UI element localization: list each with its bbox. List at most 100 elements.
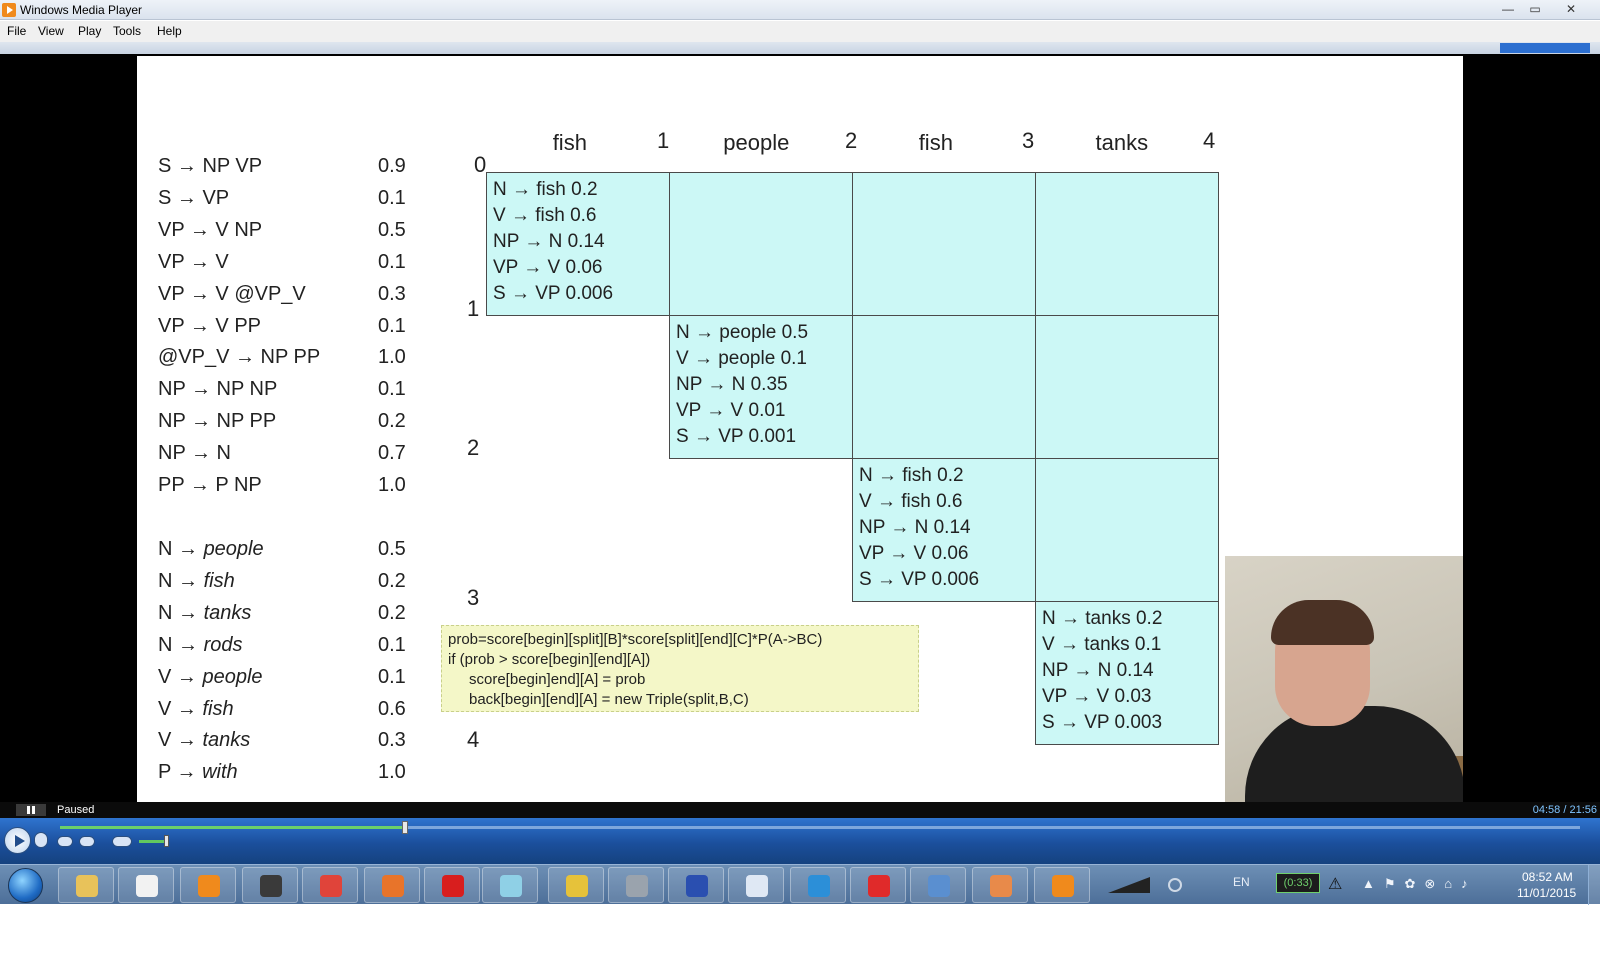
blender-icon [1052, 875, 1074, 897]
grammar-rule: VP → V [158, 250, 229, 273]
rule-probability: 0.5 [378, 538, 406, 560]
menu-view[interactable]: View [38, 24, 64, 38]
column-index: 4 [1203, 128, 1216, 153]
seek-progress [60, 826, 406, 829]
mini-player-controls[interactable] [1500, 43, 1590, 53]
chart-cell: N → fish 0.2 V → fish 0.6 NP → N 0.14 VP → … [852, 458, 1036, 602]
taskbar-app-button[interactable] [548, 867, 604, 903]
maximize-button[interactable]: ▭ [1522, 0, 1548, 18]
menu-help[interactable]: Help [157, 24, 182, 38]
signal-strength-icon[interactable] [1108, 877, 1150, 893]
volume-slider[interactable] [139, 840, 167, 843]
battery-indicator[interactable]: (0:33) [1276, 873, 1320, 893]
taskbar-app-button[interactable] [850, 867, 906, 903]
menu-play[interactable]: Play [78, 24, 101, 38]
show-desktop-button[interactable] [1588, 865, 1600, 905]
photo-viewer-icon [928, 875, 950, 897]
cell-entry: V → people 0.1 [676, 348, 807, 369]
stop-button[interactable] [34, 832, 48, 848]
grammar-rule: PP → P NP [158, 474, 262, 496]
grammar-rule: NP → N [158, 442, 231, 465]
rule-probability: 0.9 [378, 155, 406, 177]
taskbar-app-button[interactable] [424, 867, 480, 903]
taskbar-app-button[interactable] [364, 867, 420, 903]
taskbar-app-button[interactable] [482, 867, 538, 903]
grammar-rule: VP → V PP [158, 314, 262, 337]
firefox-icon [382, 875, 404, 897]
status-bar: Paused 04:58 / 21:56 [0, 802, 1600, 818]
volume-thumb[interactable] [164, 835, 169, 847]
webcam-overlay [1225, 556, 1463, 802]
taskbar-app-button[interactable] [242, 867, 298, 903]
seek-thumb[interactable] [402, 821, 409, 834]
lexicon-rule: V → fish [158, 698, 234, 721]
opera-icon [442, 875, 464, 897]
row-index: 1 [467, 296, 480, 321]
column-word: fish [918, 130, 953, 155]
pause-icon[interactable] [16, 804, 46, 816]
lexicon-word: tanks [202, 729, 251, 752]
seek-bar[interactable] [60, 821, 1580, 834]
taskbar-app-button[interactable] [910, 867, 966, 903]
start-button[interactable] [8, 868, 43, 903]
rule-probability: 0.7 [378, 442, 406, 465]
grammar-rule: S → NP VP [158, 155, 263, 177]
tray-icons[interactable]: ▲⚑✿⊗⌂♪ [1362, 876, 1492, 892]
taskbar-app-button[interactable] [1034, 867, 1090, 903]
taskbar-app-button[interactable] [118, 867, 174, 903]
menu-file[interactable]: File [7, 24, 26, 38]
taskbar-app-button[interactable] [58, 867, 114, 903]
taskbar-app-button[interactable] [180, 867, 236, 903]
close-button[interactable]: ✕ [1549, 0, 1593, 18]
column-index: 3 [1022, 128, 1035, 153]
warning-icon[interactable]: ⚠ [1328, 874, 1342, 894]
next-button[interactable] [79, 836, 95, 847]
rule-probability: 0.6 [378, 697, 406, 720]
calculator-icon [746, 875, 768, 897]
taskbar-app-button[interactable] [972, 867, 1028, 903]
mute-button[interactable] [112, 836, 132, 847]
clock-date[interactable]: 11/01/2015 [1517, 886, 1576, 900]
play-button[interactable] [4, 827, 31, 854]
rule-probability: 0.2 [378, 569, 406, 592]
grammar-rule: S → VP [158, 186, 230, 209]
lexicon-word: people [202, 665, 263, 688]
previous-button[interactable] [57, 836, 73, 847]
title-bar: Windows Media Player — ▭ ✕ [0, 0, 1600, 20]
rule-probability: 0.1 [378, 186, 406, 209]
rule-probability: 0.1 [378, 250, 406, 273]
cell-entry: V → fish 0.6 [493, 205, 597, 226]
cell-entry: S → VP 0.003 [1042, 712, 1163, 733]
speaker-app-icon [260, 875, 282, 897]
cell-entry: N → people 0.5 [676, 322, 809, 343]
language-indicator[interactable]: EN [1233, 875, 1250, 889]
presenter-body [1245, 706, 1463, 802]
lexicon-lhs: V → [158, 697, 197, 720]
pseudocode-line: if (prob > score[begin][end][A]) [448, 651, 651, 668]
minimize-button[interactable]: — [1495, 0, 1521, 18]
clock-time[interactable]: 08:52 AM [1522, 870, 1573, 884]
chart-cell [852, 315, 1036, 459]
cell-entry: S → VP 0.001 [676, 426, 797, 447]
media-player-icon [198, 875, 220, 897]
chart-cell [669, 172, 853, 316]
taskbar-app-button[interactable] [302, 867, 358, 903]
menu-tools[interactable]: Tools [113, 24, 141, 38]
column-word: people [723, 130, 790, 155]
cell-entry: N → fish 0.2 [859, 465, 964, 486]
taskbar-app-button[interactable] [668, 867, 724, 903]
taskbar-app-button[interactable] [608, 867, 664, 903]
playback-time: 04:58 / 21:56 [1532, 804, 1597, 816]
column-word: tanks [1095, 130, 1149, 155]
cell-entry: V → tanks 0.1 [1042, 634, 1162, 655]
wireless-icon[interactable] [1168, 878, 1182, 892]
rule-probability: 0.2 [378, 410, 406, 433]
pseudocode-box: prob=score[begin][split][B]*score[split]… [441, 625, 919, 712]
taskbar-app-button[interactable] [790, 867, 846, 903]
player-controls [0, 818, 1600, 864]
taskbar-app-button[interactable] [728, 867, 784, 903]
grammar-rule: NP → NP PP [158, 410, 277, 433]
cell-entry: VP → V 0.06 [859, 543, 969, 564]
toolbar-strip [0, 42, 1600, 54]
rule-probability: 0.1 [378, 314, 406, 337]
